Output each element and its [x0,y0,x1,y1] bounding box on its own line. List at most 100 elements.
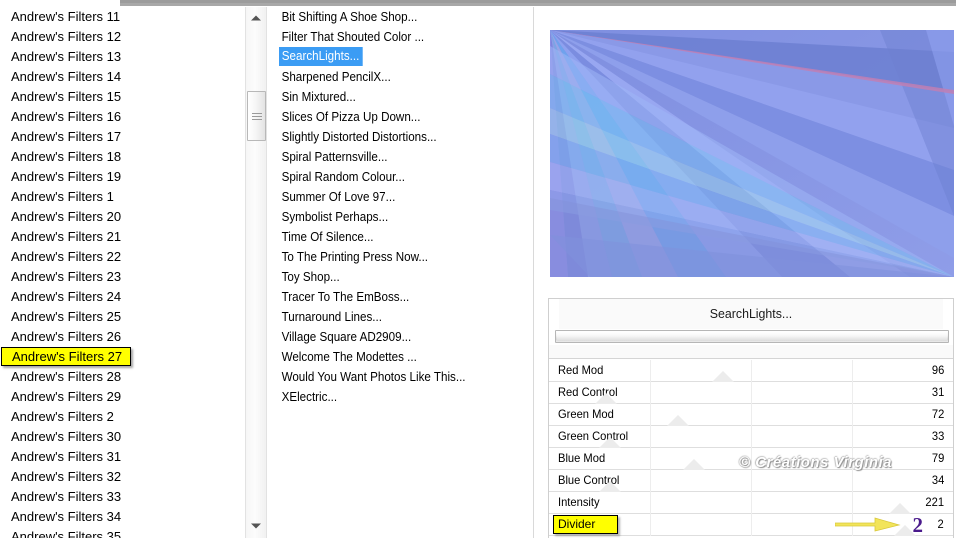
slider-handle[interactable] [598,481,621,492]
filter-pack-item[interactable]: Andrew's Filters 35 [0,527,239,538]
parameter-value: 221 [925,495,944,509]
filter-effect-item[interactable]: Summer Of Love 97... [276,187,504,207]
filter-pack-item[interactable]: Andrew's Filters 1 [0,187,239,207]
slider-tick [650,360,651,382]
parameter-label: Green Mod [558,407,614,421]
parameter-row[interactable]: Intensity 221 [549,492,953,514]
filter-pack-item[interactable]: Andrew's Filters 21 [0,227,239,247]
filter-pack-item[interactable]: Andrew's Filters 33 [0,487,239,507]
slider-tick [852,382,853,404]
slider-handle[interactable] [598,437,621,448]
filter-pack-item-label[interactable]: Andrew's Filters 27 [1,347,132,366]
scrollbar-thumb[interactable] [247,91,266,141]
slider-handle[interactable] [683,459,706,470]
filter-effect-item[interactable]: Slightly Distorted Distortions... [276,127,504,147]
filter-pack-item[interactable]: Andrew's Filters 14 [0,67,239,87]
filter-pack-item[interactable]: Andrew's Filters 12 [0,27,239,47]
filter-effect-item[interactable]: Turnaround Lines... [276,307,504,327]
parameter-label: Red Mod [558,363,604,377]
filter-pack-item[interactable]: Andrew's Filters 20 [0,207,239,227]
filter-pack-item[interactable]: Andrew's Filters 30 [0,427,239,447]
filter-effect-item-label[interactable]: SearchLights... [279,47,364,66]
parameter-value: 96 [931,363,944,377]
scrollbar-down-arrow-button[interactable] [246,517,266,534]
slider-tick [751,448,752,470]
filter-pack-item[interactable]: Andrew's Filters 23 [0,267,239,287]
filter-pack-item[interactable]: Andrew's Filters 11 [0,7,239,27]
filter-effect-item[interactable]: Time Of Silence... [276,227,504,247]
slider-tick [650,426,651,448]
parameter-value: 72 [931,407,944,421]
filter-pack-item[interactable]: Andrew's Filters 26 [0,327,239,347]
parameter-value: 33 [931,429,944,443]
parameter-row[interactable]: Green Mod 72 [549,404,953,426]
parameter-row[interactable]: Red Control 31 [549,382,953,404]
slider-tick [852,426,853,448]
slider-tick [650,470,651,492]
horizontal-scrollbar-thumb[interactable] [557,332,947,341]
scrollbar-track[interactable] [246,7,266,538]
filter-effect-item[interactable]: XElectric... [276,387,504,407]
slider-tick [650,514,651,536]
filter-pack-item[interactable]: Andrew's Filters 25 [0,307,239,327]
scrollbar-up-arrow-button[interactable] [246,9,266,26]
filter-effect-item[interactable]: Tracer To The EmBoss... [276,287,504,307]
filter-pack-item-highlighted[interactable]: Andrew's Filters 27 [0,347,239,367]
filter-pack-item[interactable]: Andrew's Filters 15 [0,87,239,107]
filter-pack-item[interactable]: Andrew's Filters 17 [0,127,239,147]
filter-effect-item[interactable]: To The Printing Press Now... [276,247,504,267]
filter-effect-item[interactable]: Symbolist Perhaps... [276,207,504,227]
top-strip-grey-dark [120,0,956,3]
filter-pack-item[interactable]: Andrew's Filters 32 [0,467,239,487]
slider-tick [852,492,853,514]
filter-pack-item[interactable]: Andrew's Filters 22 [0,247,239,267]
slider-tick [751,470,752,492]
slider-tick [650,448,651,470]
parameter-horizontal-scrollbar[interactable] [555,330,949,343]
filter-pack-item[interactable]: Andrew's Filters 31 [0,447,239,467]
filter-effect-item[interactable]: Would You Want Photos Like This... [276,367,504,387]
triangle-up-icon [251,15,261,20]
parameter-row[interactable]: Red Mod 96 [549,360,953,382]
parameter-row[interactable]: Divider 2 2 [549,513,953,537]
filter-pack-item[interactable]: Andrew's Filters 13 [0,47,239,67]
filter-effect-item[interactable]: Filter That Shouted Color ... [276,27,504,47]
filter-effect-list[interactable]: Bit Shifting A Shoe Shop... Filter That S… [276,7,521,538]
filter-pack-item[interactable]: Andrew's Filters 18 [0,147,239,167]
top-strip [0,0,956,6]
slider-handle[interactable] [594,393,617,404]
filter-effect-item[interactable]: Village Square AD2909... [276,327,504,347]
parameter-value: 31 [931,385,944,399]
filter-pack-item[interactable]: Andrew's Filters 2 [0,407,239,427]
parameter-row[interactable]: Green Control 33 [549,426,953,448]
parameter-panel: SearchLights... Red Mod 96 Red Control 31 Gr… [548,298,954,538]
filter-effect-item[interactable]: Sin Mixtured... [276,87,504,107]
filter-pack-item[interactable]: Andrew's Filters 19 [0,167,239,187]
filter-effect-item[interactable]: Slices Of Pizza Up Down... [276,107,504,127]
parameter-row[interactable]: Blue Mod 79 [549,448,953,470]
slider-tick [852,448,853,470]
parameter-value: 79 [931,451,944,465]
slider-tick [650,404,651,426]
filter-pack-item[interactable]: Andrew's Filters 24 [0,287,239,307]
filter-pack-item[interactable]: Andrew's Filters 34 [0,507,239,527]
filter-effect-item-selected[interactable]: SearchLights... [276,47,521,67]
filter-effect-item[interactable]: Toy Shop... [276,267,504,287]
parameter-value: 34 [931,473,944,487]
filter-effect-item[interactable]: Sharpened PencilX... [276,67,504,87]
filter-effect-item[interactable]: Bit Shifting A Shoe Shop... [276,7,504,27]
filter-effect-item[interactable]: Spiral Random Colour... [276,167,504,187]
filter-pack-item[interactable]: Andrew's Filters 16 [0,107,239,127]
slider-handle[interactable] [667,415,690,426]
filter-pack-list[interactable]: Andrew's Filters 11 Andrew's Filters 12 An… [0,7,239,538]
filter-pack-item[interactable]: Andrew's Filters 29 [0,387,239,407]
filter-pack-scrollbar[interactable] [245,7,267,538]
grip-line-icon [252,119,262,120]
slider-handle[interactable] [889,503,912,514]
filter-effect-item[interactable]: Welcome The Modettes ... [276,347,504,367]
filter-effect-item[interactable]: Spiral Patternsville... [276,147,504,167]
slider-handle[interactable] [711,371,734,382]
parameter-row[interactable]: Blue Control 34 [549,470,953,492]
filter-preview-panel: SearchLights... Red Mod 96 Red Control 31 Gr… [541,7,956,538]
filter-pack-item[interactable]: Andrew's Filters 28 [0,367,239,387]
